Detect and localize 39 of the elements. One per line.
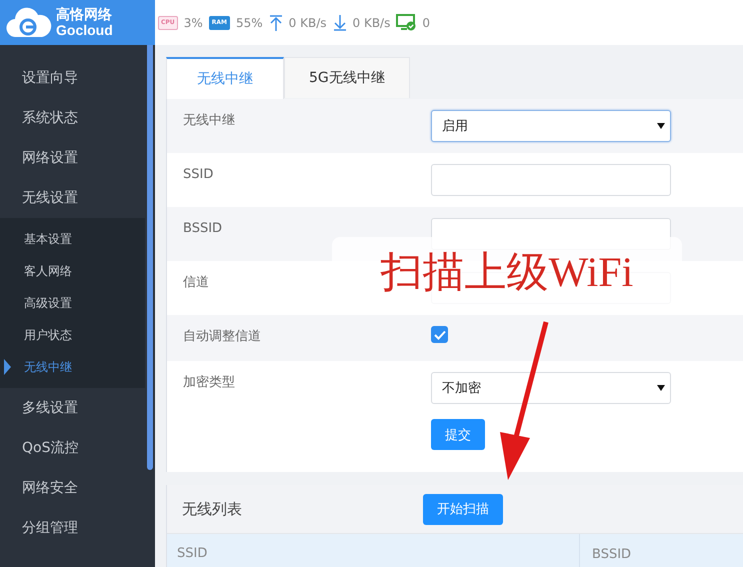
download-arrow-icon — [332, 14, 346, 30]
logo-name: 高恪网络 — [56, 8, 113, 22]
tab[interactable]: 5G无线中继 — [284, 57, 410, 98]
download-speed: 0 KB/s — [352, 16, 390, 30]
cloud-logo-icon — [6, 6, 52, 38]
sidebar-subitem[interactable]: 高级设置 — [0, 287, 145, 319]
upload-speed: 0 KB/s — [288, 16, 326, 30]
sidebar-item[interactable]: 设置向导 — [0, 58, 145, 98]
client-count: 0 — [422, 16, 430, 30]
sidebar-subitem[interactable]: 无线中继 — [0, 351, 145, 383]
sidebar-item[interactable]: 多线设置 — [0, 388, 145, 428]
list-title: 无线列表 — [181, 500, 243, 518]
sidebar-item[interactable]: 网络设置 — [0, 138, 145, 178]
sidebar-item[interactable]: QoS流控 — [0, 428, 145, 468]
checkbox[interactable] — [431, 326, 448, 343]
dropdown[interactable]: 不加密 — [431, 372, 671, 404]
field-label: BSSID — [182, 220, 224, 238]
field-label: 自动调整信道 — [182, 328, 262, 346]
dropdown-caret-icon — [657, 123, 665, 129]
monitor-check-icon — [396, 14, 416, 31]
logo-wordmark: Gocloud — [56, 22, 113, 38]
dropdown-caret-icon — [657, 385, 665, 391]
field-label: 加密类型 — [182, 374, 236, 392]
field-label: SSID — [182, 166, 214, 184]
sidebar-subitem[interactable]: 用户状态 — [0, 319, 145, 351]
ram-usage: 55% — [236, 16, 263, 30]
sidebar-subitem[interactable]: 客人网络 — [0, 255, 145, 287]
sidebar-item[interactable]: 系统状态 — [0, 98, 145, 138]
cpu-usage: 3% — [184, 16, 203, 30]
column-header: BSSID — [591, 546, 632, 562]
sidebar-subitem[interactable]: 基本设置 — [0, 223, 145, 255]
field-label: 无线中继 — [182, 112, 236, 130]
upload-arrow-icon — [268, 14, 283, 30]
column-header: SSID — [167, 534, 580, 567]
sidebar-item[interactable]: 无线设置 — [0, 178, 145, 218]
input-field[interactable] — [431, 164, 671, 196]
sidebar-item[interactable]: 分组管理 — [0, 508, 145, 548]
dropdown[interactable]: 启用 — [431, 110, 671, 142]
sidebar-item[interactable]: 网络安全 — [0, 468, 145, 508]
